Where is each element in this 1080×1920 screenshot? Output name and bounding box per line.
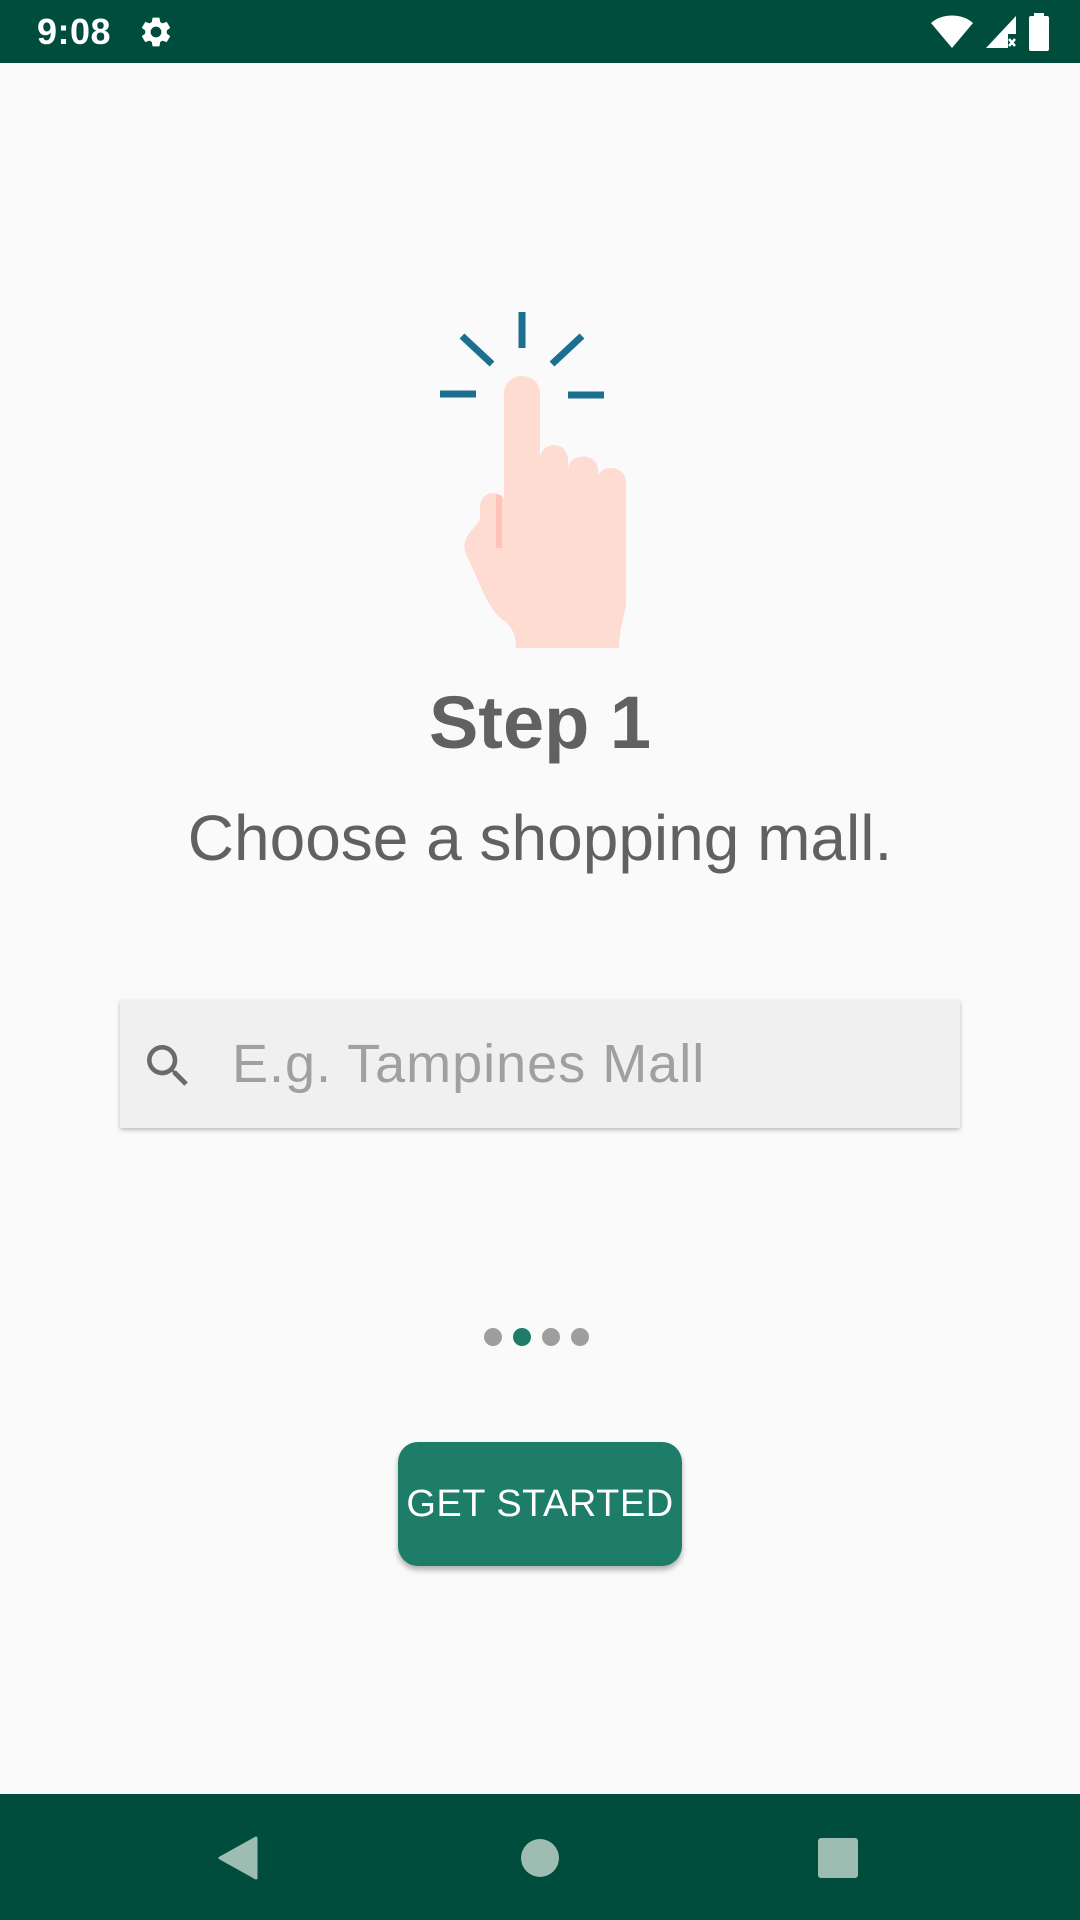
page-dot-3[interactable]	[542, 1328, 560, 1346]
page-dot-4[interactable]	[571, 1328, 589, 1346]
page-dot-2-active[interactable]	[513, 1328, 531, 1346]
home-icon[interactable]	[520, 1838, 560, 1878]
status-icons	[930, 12, 1050, 52]
tap-finger-icon	[440, 312, 626, 648]
mall-search-input[interactable]	[232, 1026, 932, 1102]
recents-icon[interactable]	[818, 1838, 858, 1878]
battery-icon	[1029, 13, 1049, 51]
status-bar: 9:08	[0, 0, 1080, 63]
step-title: Step 1	[428, 681, 652, 764]
status-time: 9:08	[37, 11, 112, 52]
onboarding-screen: 9:08 Step 1 Choose a shopping mall. E.g.…	[0, 0, 1080, 1920]
settings-icon	[141, 17, 171, 47]
back-icon[interactable]	[216, 1834, 264, 1882]
search-icon	[147, 1045, 188, 1086]
wifi-icon	[931, 15, 973, 48]
page-indicator	[484, 1328, 589, 1348]
get-started-button[interactable]: GET STARTED	[398, 1442, 682, 1566]
page-dot-1[interactable]	[484, 1328, 502, 1346]
cellular-signal-icon	[986, 16, 1016, 48]
step-description: Choose a shopping mall.	[187, 802, 893, 874]
